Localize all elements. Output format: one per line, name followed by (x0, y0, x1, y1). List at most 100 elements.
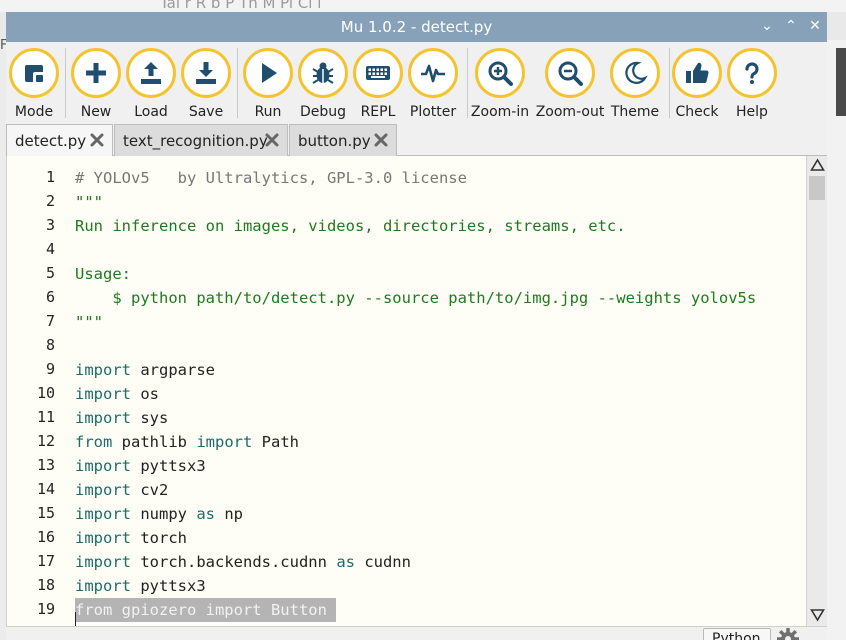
code-line: import sys (75, 406, 168, 430)
plus-icon (86, 63, 106, 83)
scrollbar-thumb[interactable] (809, 176, 825, 200)
tab-label: button.py (298, 131, 371, 150)
mu-editor-window: Mu 1.0.2 - detect.py ⌄ ⌃ ✕ Mode New Load… (6, 12, 827, 640)
debug-button[interactable]: Debug (293, 48, 353, 120)
run-label: Run (254, 104, 282, 120)
save-button[interactable]: Save (176, 48, 236, 120)
zoom-out-label: Zoom-out (535, 104, 605, 120)
scroll-up-icon[interactable] (810, 158, 825, 172)
text-cursor (75, 612, 76, 626)
play-icon (262, 63, 277, 83)
code-keyword: import (75, 361, 131, 379)
load-button[interactable]: Load (121, 48, 181, 120)
gear-icon[interactable] (776, 627, 800, 640)
background-right-strip (827, 40, 846, 640)
repl-button[interactable]: REPL (348, 48, 408, 120)
thumbs-up-icon (686, 62, 709, 84)
tab-text-recognition-py[interactable]: text_recognition.py (114, 124, 288, 156)
scroll-down-icon[interactable] (810, 608, 825, 622)
code-text: pyttsx3 (131, 577, 206, 595)
line-number: 19 (36, 600, 55, 618)
load-label: Load (134, 104, 168, 120)
line-number: 10 (36, 384, 55, 402)
zoom-in-button[interactable]: Zoom-in (470, 48, 530, 120)
code-line: import numpy as np (75, 502, 243, 526)
tab-bar: detect.py text_recognition.py button.py (6, 122, 827, 156)
tab-button-py[interactable]: button.py (289, 124, 397, 156)
help-button[interactable]: Help (722, 48, 782, 120)
line-number: 3 (45, 216, 55, 234)
theme-button[interactable]: Theme (605, 48, 665, 120)
tab-detect-py[interactable]: detect.py (6, 124, 113, 156)
code-line: Usage: (75, 265, 131, 283)
code-editor[interactable]: 1 2 3 4 5 6 7 8 9 10 11 12 13 14 15 16 1… (6, 156, 827, 640)
line-number: 15 (36, 504, 55, 522)
code-area[interactable]: # YOLOv5 by Ultralytics, GPL-3.0 license… (75, 156, 805, 626)
check-button[interactable]: Check (667, 48, 727, 120)
line-number: 16 (36, 528, 55, 546)
bug-icon (312, 62, 334, 84)
zoom-out-button[interactable]: Zoom-out (536, 48, 604, 120)
code-keyword: import (75, 481, 131, 499)
code-line: Run inference on images, videos, directo… (75, 217, 626, 235)
code-text: Path (252, 433, 299, 451)
help-label: Help (736, 104, 768, 120)
line-number: 6 (45, 288, 55, 306)
mode-label: Mode (14, 104, 54, 120)
code-text: cudnn (354, 553, 411, 571)
code-text: cv2 (131, 481, 169, 499)
code-keyword: as (336, 553, 355, 571)
code-text: numpy (131, 505, 197, 523)
code-line: import pyttsx3 (75, 574, 206, 598)
code-keyword: as (196, 505, 215, 523)
tab-label: detect.py (15, 131, 87, 150)
code-text: pyttsx3 (131, 457, 206, 475)
code-line: """ (75, 313, 103, 331)
close-tab-icon[interactable] (265, 132, 279, 148)
upload-icon (141, 62, 161, 84)
repl-label: REPL (360, 104, 396, 120)
code-keyword: import (75, 529, 131, 547)
line-number: 18 (36, 576, 55, 594)
code-text: argparse (131, 361, 215, 379)
code-keyword: import (75, 505, 131, 523)
question-mark-icon (745, 62, 759, 84)
selected-code-line: from gpiozero import Button (75, 598, 337, 622)
new-button[interactable]: New (66, 48, 126, 120)
code-line: import os (75, 382, 159, 406)
theme-label: Theme (610, 104, 660, 120)
code-keyword: import (75, 457, 131, 475)
line-number: 12 (36, 432, 55, 450)
save-label: Save (188, 104, 224, 120)
run-button[interactable]: Run (238, 48, 298, 120)
code-keyword: import (75, 409, 131, 427)
maximize-icon[interactable]: ⌃ (785, 18, 797, 34)
plotter-button[interactable]: Plotter (403, 48, 463, 120)
mode-indicator[interactable]: Python (703, 628, 771, 640)
minimize-icon[interactable]: ⌄ (761, 18, 773, 34)
line-number: 2 (45, 192, 55, 210)
code-keyword: from (75, 433, 113, 451)
tab-label: text_recognition.py (123, 131, 268, 150)
code-line: import cv2 (75, 478, 168, 502)
new-label: New (80, 104, 112, 120)
title-bar[interactable]: Mu 1.0.2 - detect.py ⌄ ⌃ ✕ (6, 12, 827, 42)
zoom-in-label: Zoom-in (470, 104, 530, 120)
line-number: 7 (45, 312, 55, 330)
code-line: # YOLOv5 by Ultralytics, GPL-3.0 license (75, 169, 467, 187)
close-window-icon[interactable]: ✕ (809, 18, 821, 34)
line-number: 11 (36, 408, 55, 426)
close-tab-icon[interactable] (374, 132, 388, 148)
code-text: np (215, 505, 243, 523)
code-line: """ (75, 193, 103, 211)
vertical-scrollbar[interactable] (806, 156, 827, 626)
code-line: import torch (75, 526, 187, 550)
toolbar: Mode New Load Save Run Debug REPL Plotte… (6, 42, 827, 122)
close-tab-icon[interactable] (90, 132, 104, 148)
zoom-out-icon (558, 61, 583, 86)
background-scrollbar-fragment (836, 48, 846, 116)
mode-button[interactable]: Mode (4, 48, 64, 120)
line-number: 9 (45, 360, 55, 378)
debug-label: Debug (299, 104, 347, 120)
line-number: 1 (45, 168, 55, 186)
